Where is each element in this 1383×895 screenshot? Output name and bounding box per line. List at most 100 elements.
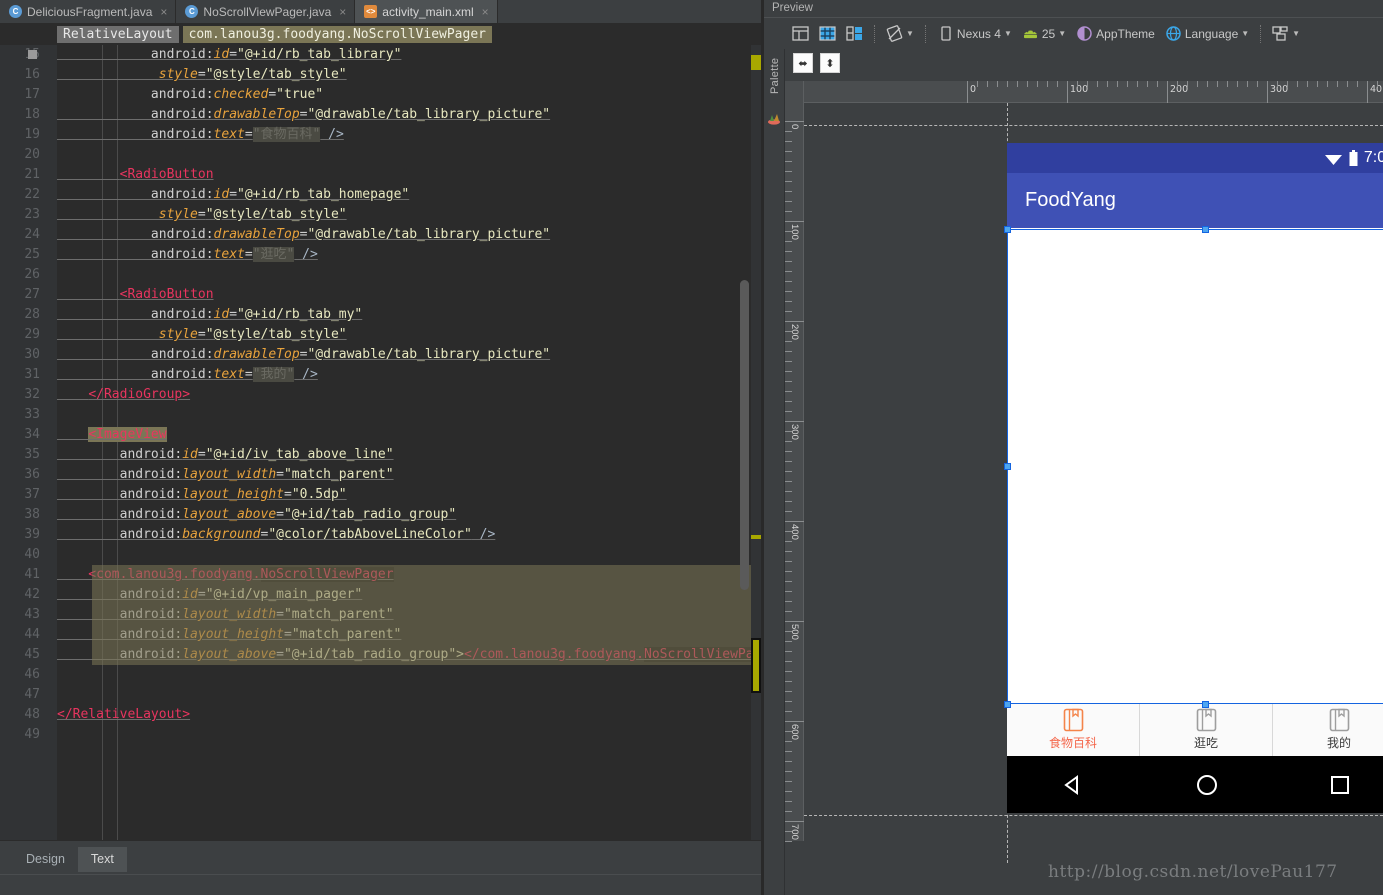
device-preview[interactable]: 7:00 FoodYang 食物百科 逛吃 我的 [1007, 143, 1383, 813]
code-line-21[interactable]: 21 <RadioButton [0, 165, 745, 185]
code-line-30[interactable]: 30 android:drawableTop="@drawable/tab_li… [0, 345, 745, 365]
selection-handle-ml[interactable] [1004, 463, 1011, 470]
ruler-label: 0 [789, 124, 800, 130]
device-content-area[interactable] [1007, 228, 1383, 703]
expand-horizontally-button[interactable]: ⬌ [793, 53, 813, 73]
toolbar-separator [924, 24, 926, 43]
code-lines[interactable]: 15 android:id="@+id/rb_tab_library"16 st… [0, 45, 761, 745]
ruler-tick-minor [785, 231, 792, 232]
close-icon[interactable]: × [339, 6, 346, 18]
code-line-43[interactable]: 43 android:layout_width="match_parent" [0, 605, 745, 625]
code-editor[interactable]: 15 android:id="@+id/rb_tab_library"16 st… [0, 45, 761, 840]
api-level-selector[interactable]: 25 ▼ [1018, 23, 1070, 44]
code-line-29[interactable]: 29 style="@style/tab_style" [0, 325, 745, 345]
code-line-34[interactable]: 34 <ImageView [0, 425, 745, 445]
ruler-tick-major [785, 621, 804, 622]
editor-marker-column[interactable] [751, 45, 761, 840]
device-tab-2[interactable]: 逛吃 [1140, 703, 1273, 756]
code-line-16[interactable]: 16 style="@style/tab_style" [0, 65, 745, 85]
code-text: <ImageView [88, 427, 167, 442]
ruler-tick-major [785, 121, 804, 122]
editor-tab-2[interactable]: C NoScrollViewPager.java × [176, 0, 356, 23]
design-text-tabs[interactable]: Design Text [13, 847, 127, 872]
code-line-18[interactable]: 18 android:drawableTop="@drawable/tab_li… [0, 105, 745, 125]
breadcrumb-item-1[interactable]: RelativeLayout [57, 25, 179, 43]
code-line-42[interactable]: 42 android:id="@+id/vp_main_pager" [0, 585, 745, 605]
marker-stripe[interactable] [751, 535, 761, 539]
close-icon[interactable]: × [482, 6, 489, 18]
code-line-39[interactable]: 39 android:background="@color/tabAboveLi… [0, 525, 745, 545]
ruler-tick-major [1367, 81, 1368, 103]
selection-handle-bl[interactable] [1004, 701, 1011, 708]
editor-tab-1[interactable]: C DeliciousFragment.java × [0, 0, 177, 23]
selection-handle-tc[interactable] [1202, 226, 1209, 233]
code-line-46[interactable]: 46 [0, 665, 745, 685]
tab-text[interactable]: Text [77, 847, 127, 872]
code-line-40[interactable]: 40 [0, 545, 745, 565]
line-number: 29 [24, 327, 40, 342]
both-mode-icon[interactable] [842, 23, 867, 44]
orientation-icon[interactable]: ▼ [882, 23, 918, 44]
recents-nav-button[interactable] [1330, 775, 1350, 795]
ruler-tick-minor [785, 251, 792, 252]
home-nav-button[interactable] [1195, 773, 1219, 797]
code-line-20[interactable]: 20 [0, 145, 745, 165]
breadcrumb-item-2[interactable]: com.lanou3g.foodyang.NoScrollViewPager [182, 25, 492, 43]
ruler-tick-minor [1177, 81, 1178, 87]
selection-handle-bc[interactable] [1202, 701, 1209, 708]
code-line-23[interactable]: 23 style="@style/tab_style" [0, 205, 745, 225]
code-line-44[interactable]: 44 android:layout_height="match_parent" [0, 625, 745, 645]
selection-handle-tl[interactable] [1004, 226, 1011, 233]
scrollbar-thumb[interactable] [740, 280, 749, 590]
code-line-26[interactable]: 26 [0, 265, 745, 285]
code-line-35[interactable]: 35 android:id="@+id/iv_tab_above_line" [0, 445, 745, 465]
editor-tab-3[interactable]: <> activity_main.xml × [355, 0, 498, 23]
device-tab-1[interactable]: 食物百科 [1007, 703, 1140, 756]
code-line-45[interactable]: 45 android:layout_above="@+id/tab_radio_… [0, 645, 761, 665]
code-line-33[interactable]: 33 [0, 405, 745, 425]
code-line-38[interactable]: 38 android:layout_above="@+id/tab_radio_… [0, 505, 745, 525]
tab-design[interactable]: Design [13, 847, 78, 872]
device-tab-bar[interactable]: 食物百科 逛吃 我的 [1007, 703, 1383, 756]
device-nav-bar[interactable] [1007, 756, 1383, 813]
theme-selector[interactable]: AppTheme [1072, 23, 1159, 44]
code-line-41[interactable]: 41 <com.lanou3g.foodyang.NoScrollViewPag… [0, 565, 745, 585]
code-line-49[interactable]: 49 [0, 725, 745, 745]
line-number: 40 [24, 547, 40, 562]
editor-scrollbar[interactable] [738, 45, 751, 840]
ruler-tick-minor [1247, 81, 1248, 87]
code-line-37[interactable]: 37 android:layout_height="0.5dp" [0, 485, 745, 505]
code-line-36[interactable]: 36 android:layout_width="match_parent" [0, 465, 745, 485]
layout-variants-icon[interactable] [788, 23, 813, 44]
code-line-31[interactable]: 31 android:text="我的" /> [0, 365, 745, 385]
blueprint-mode-icon[interactable] [815, 23, 840, 44]
design-canvas[interactable]: 7:00 FoodYang 食物百科 逛吃 我的 [804, 103, 1383, 863]
marker-stripe[interactable] [751, 55, 761, 70]
code-line-24[interactable]: 24 android:drawableTop="@drawable/tab_li… [0, 225, 745, 245]
code-line-25[interactable]: 25 android:text="逛吃" /> [0, 245, 745, 265]
layout-config-icon[interactable]: ▼ [1268, 23, 1304, 44]
code-line-32[interactable]: 32 </RadioGroup> [0, 385, 745, 405]
code-line-19[interactable]: 19 android:text="食物百科" /> [0, 125, 745, 145]
code-line-22[interactable]: 22 android:id="@+id/rb_tab_homepage" [0, 185, 745, 205]
device-tab-3[interactable]: 我的 [1273, 703, 1383, 756]
code-line-47[interactable]: 47 [0, 685, 745, 705]
close-icon[interactable]: × [160, 6, 167, 18]
ruler-label: 0 [970, 84, 977, 95]
device-app-bar: FoodYang [1007, 173, 1383, 228]
back-nav-button[interactable] [1062, 774, 1084, 796]
code-line-48[interactable]: 48 </RelativeLayout> [0, 705, 745, 725]
marker-stripe-selected[interactable] [751, 638, 761, 693]
code-line-27[interactable]: 27 <RadioButton [0, 285, 745, 305]
code-line-15[interactable]: 15 android:id="@+id/rb_tab_library" [0, 45, 745, 65]
code-line-17[interactable]: 17 android:checked="true" [0, 85, 745, 105]
palette-strip[interactable]: Palette [764, 49, 785, 895]
device-selector[interactable]: Nexus 4 ▼ [933, 23, 1016, 44]
expand-vertically-button[interactable]: ⬍ [820, 53, 840, 73]
android-studio-window: C DeliciousFragment.java × C NoScrollViewPag… [0, 0, 1383, 895]
ruler-tick-minor [785, 741, 792, 742]
code-line-28[interactable]: 28 android:id="@+id/rb_tab_my" [0, 305, 745, 325]
language-selector[interactable]: Language ▼ [1161, 23, 1253, 44]
ruler-tick-minor [1107, 81, 1108, 87]
line-marker-39[interactable] [28, 50, 37, 59]
